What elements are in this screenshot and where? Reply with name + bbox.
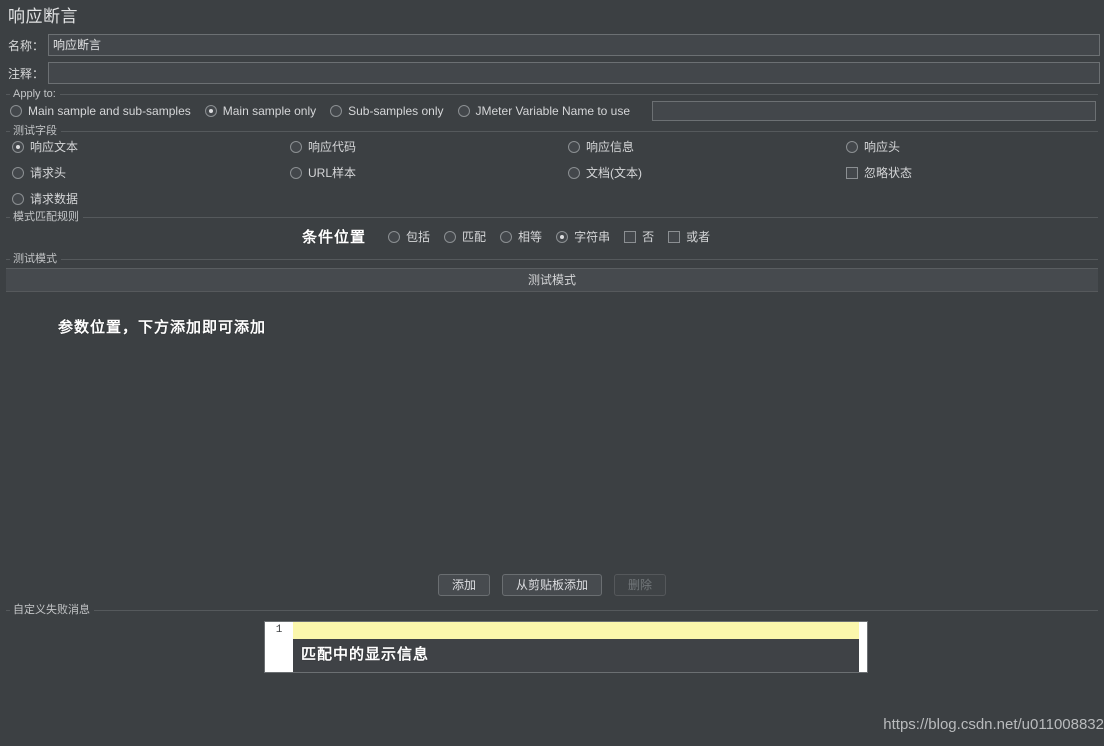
apply-to-group-title: Apply to: [10,87,60,101]
comment-label: 注释： [8,66,45,81]
test-field-option-label: 文档(文本) [586,166,642,180]
pattern-rule-option-or[interactable]: 或者 [668,228,710,245]
radio-selected-icon[interactable] [12,140,24,153]
delete-button[interactable]: 删除 [614,574,667,596]
failure-message-editor[interactable]: 1 匹配中的显示信息 [264,621,868,673]
test-field-option-label: 请求头 [30,166,67,180]
pattern-rules-group: 模式匹配规则 条件位置 包括 匹配 相等 字符串 否 或者 [6,210,1098,251]
checkbox-icon[interactable] [846,166,858,179]
add-from-clipboard-button[interactable]: 从剪贴板添加 [501,574,602,596]
checkbox-icon[interactable] [668,230,681,243]
radio-icon[interactable] [846,140,858,153]
apply-to-option-label: Main sample and sub-samples [28,104,191,118]
radio-icon[interactable] [457,105,470,117]
radio-icon[interactable] [12,192,24,205]
pattern-rule-option-contains[interactable]: 包括 [388,228,430,245]
pattern-rule-option-label: 相等 [518,230,543,244]
pattern-rule-option-not[interactable]: 否 [624,228,654,245]
failure-message-editor-wrap: 1 匹配中的显示信息 [6,617,1098,673]
apply-to-options-row: Main sample and sub-samples Main sample … [6,97,1098,123]
radio-icon[interactable] [500,230,513,243]
pattern-rules-row: 条件位置 包括 匹配 相等 字符串 否 或者 [6,220,1098,251]
jmeter-variable-input[interactable] [652,101,1096,121]
pattern-rule-option-equals[interactable]: 相等 [500,228,542,245]
pattern-rule-option-matches[interactable]: 匹配 [444,228,486,245]
test-field-option-document-text[interactable]: 文档(文本) [568,164,846,181]
test-field-option-response-headers[interactable]: 响应头 [846,138,1096,155]
test-pattern-column-header[interactable]: 测试模式 [6,268,1098,292]
checkbox-icon[interactable] [624,230,637,243]
test-pattern-body: 测试模式 参数位置，下方添加即可添加 添加 从剪贴板添加 删除 [6,262,1098,602]
radio-selected-icon[interactable] [556,230,569,243]
apply-to-option-label: Main sample only [222,104,317,118]
radio-icon[interactable] [568,166,580,179]
apply-to-option-jmeter-variable[interactable]: JMeter Variable Name to use [457,104,631,118]
name-input[interactable] [48,34,1100,56]
pattern-rule-option-label: 否 [642,230,655,244]
test-field-option-label: 响应代码 [308,140,357,154]
test-field-group-title: 测试字段 [10,124,61,138]
pattern-rule-option-label: 字符串 [574,230,611,244]
test-field-option-label: URL样本 [308,166,357,180]
pattern-rule-option-label: 或者 [686,230,711,244]
test-field-option-response-text[interactable]: 响应文本 [12,138,290,155]
radio-icon[interactable] [12,166,24,179]
test-field-grid: 响应文本 响应代码 响应信息 响应头 请求头 URL样本 文档(文本) 忽略状态… [6,134,1098,209]
test-field-option-label: 忽略状态 [864,166,913,180]
test-field-option-response-message[interactable]: 响应信息 [568,138,846,155]
test-field-option-ignore-status[interactable]: 忽略状态 [846,164,1096,181]
apply-to-option-label: Sub-samples only [348,104,444,118]
pattern-rule-option-label: 包括 [406,230,431,244]
test-pattern-button-bar: 添加 从剪贴板添加 删除 [6,570,1098,602]
test-field-option-url-sample[interactable]: URL样本 [290,164,568,181]
test-pattern-table[interactable]: 参数位置，下方添加即可添加 [6,292,1098,570]
watermark: https://blog.csdn.net/u011008832 [883,716,1104,733]
test-field-option-label: 响应文本 [30,140,79,154]
pattern-rule-option-substring[interactable]: 字符串 [556,228,610,245]
radio-icon[interactable] [10,105,22,117]
radio-icon[interactable] [290,166,302,179]
editor-line-number: 1 [265,622,293,672]
apply-to-option-main-only[interactable]: Main sample only [204,104,317,118]
test-field-group: 测试字段 响应文本 响应代码 响应信息 响应头 请求头 URL样本 文档(文本)… [6,124,1098,209]
test-field-option-label: 请求数据 [30,192,79,206]
radio-icon[interactable] [388,230,401,243]
radio-selected-icon[interactable] [204,105,217,117]
apply-to-option-main-and-sub[interactable]: Main sample and sub-samples [10,104,191,118]
page-title: 响应断言 [8,7,78,26]
editor-highlight-line [293,622,859,639]
add-button[interactable]: 添加 [437,574,490,596]
radio-icon[interactable] [330,105,343,117]
test-field-option-request-headers[interactable]: 请求头 [12,164,290,181]
annotation-parameter-position: 参数位置，下方添加即可添加 [58,319,267,336]
radio-icon[interactable] [568,140,580,153]
test-pattern-group: 测试模式 测试模式 参数位置，下方添加即可添加 添加 从剪贴板添加 删除 [6,252,1098,602]
apply-to-group: Apply to: Main sample and sub-samples Ma… [6,87,1098,123]
comment-input[interactable] [48,62,1100,84]
editor-text-area[interactable]: 匹配中的显示信息 [293,622,859,672]
test-field-option-label: 响应头 [864,140,901,154]
comment-field-row: 注释： [0,60,1104,86]
name-field-row: 名称： [0,32,1104,58]
apply-to-option-sub-only[interactable]: Sub-samples only [330,104,444,118]
radio-icon[interactable] [444,230,457,243]
failure-message-group-title: 自定义失败消息 [10,603,94,617]
name-label: 名称： [8,38,45,53]
editor-scrollbar[interactable] [859,622,867,672]
pattern-rules-group-title: 模式匹配规则 [10,210,83,224]
test-field-option-response-code[interactable]: 响应代码 [290,138,568,155]
failure-message-group: 自定义失败消息 1 匹配中的显示信息 [6,603,1098,673]
apply-to-option-label: JMeter Variable Name to use [475,104,631,118]
test-field-option-label: 响应信息 [586,140,635,154]
annotation-condition-position: 条件位置 [302,229,367,246]
test-pattern-group-title: 测试模式 [10,252,61,266]
radio-icon[interactable] [290,140,302,153]
annotation-match-message: 匹配中的显示信息 [301,646,430,663]
test-field-option-request-data[interactable]: 请求数据 [12,190,290,207]
pattern-rule-option-label: 匹配 [462,230,487,244]
